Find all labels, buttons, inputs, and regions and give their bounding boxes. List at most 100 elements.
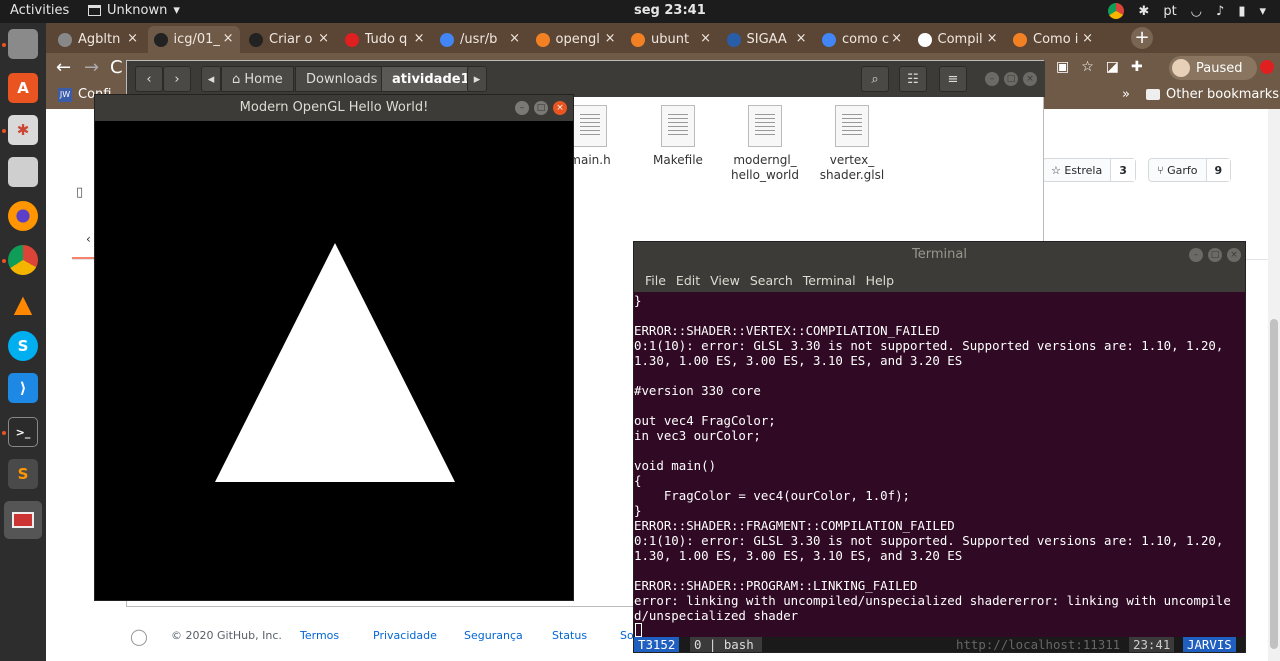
- opengl-titlebar[interactable]: Modern OpenGL Hello World! – □ ×: [95, 95, 573, 121]
- terminal-menu-item[interactable]: Terminal: [798, 268, 861, 292]
- breadcrumb-current[interactable]: atividade1: [381, 66, 481, 92]
- skype-icon[interactable]: S: [8, 331, 38, 361]
- breadcrumb-downloads[interactable]: Downloads: [295, 66, 389, 92]
- sublime-text-icon[interactable]: S: [8, 459, 38, 489]
- terminal-menu-item[interactable]: Edit: [671, 268, 705, 292]
- files-icon[interactable]: [8, 29, 38, 59]
- bluetooth-icon[interactable]: ✱: [1138, 4, 1149, 19]
- browser-tab[interactable]: Compil ×: [912, 26, 1004, 53]
- terminal-menu-item[interactable]: File: [640, 268, 671, 292]
- forward-icon[interactable]: →: [84, 57, 99, 78]
- tab-close-icon[interactable]: ×: [891, 31, 902, 46]
- star-count[interactable]: 3: [1110, 159, 1135, 181]
- maximize-icon[interactable]: □: [1004, 72, 1018, 86]
- star-icon[interactable]: ☆: [1081, 59, 1094, 75]
- fork-button[interactable]: ⑂ Garfo 9: [1148, 158, 1232, 182]
- back-button[interactable]: ‹: [135, 66, 163, 92]
- footer-link-security[interactable]: Segurança: [464, 629, 523, 642]
- tab-close-icon[interactable]: ×: [223, 31, 234, 46]
- maximize-icon[interactable]: □: [1208, 248, 1222, 262]
- path-left-button[interactable]: ◂: [201, 66, 221, 92]
- footer-link-terms[interactable]: Termos: [300, 629, 339, 642]
- scrollbar[interactable]: [1268, 109, 1280, 661]
- terminal-menu-item[interactable]: Help: [861, 268, 900, 292]
- file-item[interactable]: Makefile: [633, 105, 723, 168]
- browser-tab[interactable]: Tudo q ×: [339, 26, 431, 53]
- terminal-menu-item[interactable]: Search: [745, 268, 798, 292]
- browser-tab[interactable]: opengl ×: [530, 26, 622, 53]
- puzzle-icon[interactable]: ✚: [1131, 59, 1143, 75]
- close-icon[interactable]: ×: [1227, 248, 1241, 262]
- browser-tab[interactable]: ubunt ×: [625, 26, 717, 53]
- vscode-icon[interactable]: ⟩: [8, 373, 38, 403]
- terminal-output[interactable]: } ERROR::SHADER::VERTEX::COMPILATION_FAIL…: [634, 292, 1245, 637]
- browser-tab[interactable]: Criar o ×: [243, 26, 335, 53]
- tab-close-icon[interactable]: ×: [605, 31, 616, 46]
- firefox-icon[interactable]: [8, 201, 38, 231]
- browser-tab[interactable]: Agbltn ×: [52, 26, 144, 53]
- star-button[interactable]: ☆ Estrela 3: [1042, 158, 1136, 182]
- footer-link-support[interactable]: So: [620, 629, 634, 642]
- scrollbar-thumb[interactable]: [1270, 319, 1278, 649]
- language-indicator[interactable]: pt: [1163, 4, 1176, 19]
- settings-icon[interactable]: ✱: [8, 115, 38, 145]
- wifi-icon[interactable]: ◡: [1191, 4, 1202, 19]
- maximize-icon[interactable]: □: [534, 101, 548, 115]
- system-tray[interactable]: ✱ pt ◡ ♪ ▮ ▾: [1108, 3, 1266, 19]
- tab-close-icon[interactable]: ×: [509, 31, 520, 46]
- reload-icon[interactable]: C: [110, 57, 123, 78]
- fork-count[interactable]: 9: [1205, 159, 1231, 181]
- browser-tab[interactable]: Como i ×: [1007, 26, 1099, 53]
- profile-paused-button[interactable]: Paused: [1169, 56, 1257, 80]
- minimize-icon[interactable]: –: [985, 72, 999, 86]
- browser-tab[interactable]: icg/01_ ×: [147, 26, 240, 53]
- activities-button[interactable]: Activities: [10, 3, 69, 18]
- software-center-icon[interactable]: A: [8, 73, 38, 103]
- tab-close-icon[interactable]: ×: [987, 31, 998, 46]
- app-menu[interactable]: Unknown ▾: [88, 3, 180, 18]
- opengl-canvas[interactable]: [95, 121, 573, 600]
- close-icon[interactable]: ×: [1023, 72, 1037, 86]
- menu-icon[interactable]: ≡: [939, 66, 967, 92]
- back-icon[interactable]: ←: [56, 57, 71, 78]
- translate-icon[interactable]: ▣: [1056, 59, 1069, 75]
- github-logo-icon[interactable]: ◯: [130, 627, 148, 646]
- breadcrumb-home[interactable]: ⌂ Home: [221, 66, 294, 92]
- close-icon[interactable]: ×: [553, 101, 567, 115]
- terminal-menu-item[interactable]: View: [705, 268, 745, 292]
- menu-alert-icon[interactable]: [1260, 60, 1274, 74]
- view-options-icon[interactable]: ☷: [899, 66, 927, 92]
- tab-close-icon[interactable]: ×: [1082, 31, 1093, 46]
- browser-tab[interactable]: /usr/b ×: [434, 26, 526, 53]
- footer-link-status[interactable]: Status: [552, 629, 587, 642]
- other-bookmarks[interactable]: Other bookmarks: [1146, 87, 1279, 102]
- path-right-button[interactable]: ▸: [467, 66, 487, 92]
- tab-close-icon[interactable]: ×: [796, 31, 807, 46]
- volume-icon[interactable]: ♪: [1216, 4, 1224, 19]
- terminal-titlebar[interactable]: Terminal – □ ×: [634, 242, 1245, 268]
- vlc-icon[interactable]: ▲: [8, 289, 38, 319]
- minimize-icon[interactable]: –: [1189, 248, 1203, 262]
- forward-button[interactable]: ›: [163, 66, 191, 92]
- chrome-icon[interactable]: [1108, 3, 1125, 19]
- disks-icon[interactable]: [8, 157, 38, 187]
- browser-tab[interactable]: como c ×: [816, 26, 908, 53]
- search-icon[interactable]: ⌕: [861, 66, 889, 92]
- extension-icon[interactable]: ◪: [1106, 59, 1119, 75]
- tab-close-icon[interactable]: ×: [127, 31, 138, 46]
- minimize-icon[interactable]: –: [515, 101, 529, 115]
- more-bookmarks-chevron[interactable]: »: [1122, 87, 1130, 102]
- file-item[interactable]: moderngl_ hello_world: [720, 105, 810, 183]
- clock[interactable]: seg 23:41: [634, 3, 706, 18]
- chrome-icon[interactable]: [8, 245, 38, 275]
- terminal-icon[interactable]: >_: [8, 417, 38, 447]
- chevron-down-icon[interactable]: ▾: [1259, 4, 1266, 19]
- footer-link-privacy[interactable]: Privacidade: [373, 629, 437, 642]
- battery-icon[interactable]: ▮: [1238, 4, 1245, 19]
- active-window-icon[interactable]: [4, 501, 42, 539]
- new-tab-button[interactable]: +: [1131, 27, 1153, 49]
- file-item[interactable]: vertex_ shader.glsl: [807, 105, 897, 183]
- tab-close-icon[interactable]: ×: [414, 31, 425, 46]
- chevron-left-icon[interactable]: ‹: [86, 232, 91, 246]
- tab-close-icon[interactable]: ×: [318, 31, 329, 46]
